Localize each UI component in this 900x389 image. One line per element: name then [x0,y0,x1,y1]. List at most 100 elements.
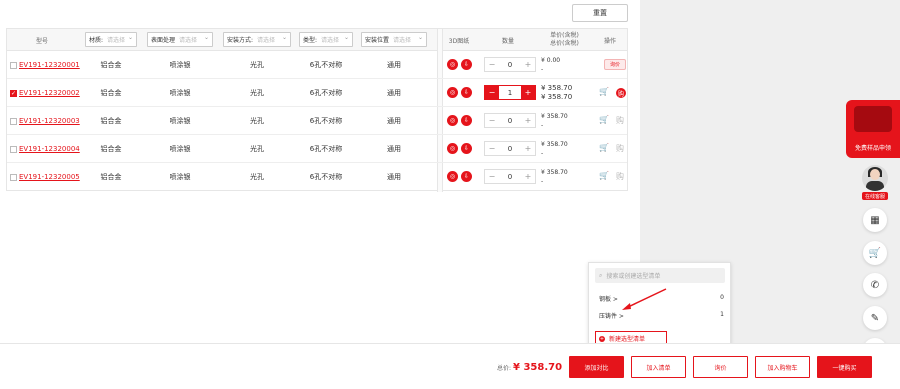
inquiry-button[interactable]: 询价 [693,356,748,378]
3d-download-icon[interactable]: ⇩ [461,115,472,126]
3d-view-icon[interactable]: ◎ [447,115,458,126]
quantity-value[interactable]: 0 [499,114,521,127]
minus-button[interactable]: − [485,58,499,71]
buy-now-icon[interactable]: 购 [616,115,624,126]
3d-view-icon[interactable]: ◎ [447,87,458,98]
list-search-input[interactable]: ⌕ 搜索或创建选型清单 [595,268,725,283]
3d-download-icon[interactable]: ⇩ [461,87,472,98]
3d-view-icon[interactable]: ◎ [447,59,458,70]
table-row: EV191-12320003 铝合金 喷涂银 光孔 6孔不对称 通用 ◎ ⇩ −… [7,107,627,135]
row-checkbox[interactable]: ✓ [10,89,17,97]
quantity-value[interactable]: 0 [499,142,521,155]
customer-service-avatar[interactable] [862,165,888,191]
material-cell: 铝合金 [100,145,122,153]
bottom-action-bar: 总价: ¥ 358.70 添加対比 加入清单 询价 加入购物车 一键购买 [0,343,900,389]
plus-button[interactable]: + [521,58,535,71]
install-cell: 光孔 [250,61,264,69]
model-link[interactable]: EV191-12320002 [19,89,80,97]
table-row: EV191-12320005 铝合金 喷涂银 光孔 6孔不对称 通用 ◎ ⇩ −… [7,163,627,191]
list-item[interactable]: 钢板 > [599,294,618,303]
table-row: EV191-12320004 铝合金 喷涂银 光孔 6孔不对称 通用 ◎ ⇩ −… [7,135,627,163]
row-checkbox[interactable] [10,117,17,125]
phone-icon[interactable]: ✆ [863,273,887,297]
model-link[interactable]: EV191-12320003 [19,117,80,125]
chevron-down-icon: ⌄ [127,34,133,41]
promo-image [854,106,892,132]
minus-button[interactable]: − [485,114,499,127]
material-cell: 铝合金 [100,89,122,97]
price-cell: ¥ 358.70- [541,113,568,129]
add-to-list-button[interactable]: 加入清单 [631,356,686,378]
type-cell: 6孔不对称 [309,89,343,97]
chevron-down-icon: ⌄ [203,34,209,41]
chevron-down-icon: ⌄ [417,34,423,41]
table-header: 型号 材质: 请选择 ⌄ 表面处理 请选择 ⌄ 安装方式: 请选择 ⌄ 类型: 请选择 ⌄ 安装… [7,29,627,51]
minus-button[interactable]: − [485,86,499,99]
quantity-value[interactable]: 0 [499,58,521,71]
3d-view-icon[interactable]: ◎ [447,143,458,154]
3d-download-icon[interactable]: ⇩ [461,59,472,70]
list-item[interactable]: 压铸件 > [599,311,624,320]
qr-code-icon[interactable]: ▦ [863,208,887,232]
annotation-arrow [622,288,667,310]
material-cell: 铝合金 [100,117,122,125]
compare-button[interactable]: 添加対比 [569,356,624,378]
filter-install-position[interactable]: 安装位置 请选择 ⌄ [361,32,427,47]
position-cell: 通用 [387,61,401,69]
add-to-cart-button[interactable]: 加入购物车 [755,356,810,378]
plus-button[interactable]: + [521,142,535,155]
buy-now-icon[interactable]: 购 [616,143,624,154]
quantity-stepper[interactable]: −0 + [484,169,536,184]
header-3d-drawing: 3D图纸 [448,37,470,45]
model-cell: EV191-12320003 [10,107,85,135]
quantity-stepper[interactable]: −0 + [484,57,536,72]
reset-button[interactable]: 重置 [572,4,628,22]
quantity-stepper[interactable]: −0 + [484,141,536,156]
inquiry-button[interactable]: 询价 [604,59,626,70]
plus-button[interactable]: + [521,114,535,127]
cart-icon[interactable]: 🛒 [599,115,609,124]
cart-icon[interactable]: 🛒 [599,171,609,180]
filter-install-method[interactable]: 安装方式: 请选择 ⌄ [223,32,291,47]
search-icon: ⌕ [599,271,603,279]
3d-download-icon[interactable]: ⇩ [461,171,472,182]
header-model: 型号 [35,37,48,45]
install-cell: 光孔 [250,89,264,97]
model-cell: EV191-12320005 [10,163,85,191]
edit-icon[interactable]: ✎ [863,306,887,330]
model-link[interactable]: EV191-12320005 [19,173,80,181]
quantity-value[interactable]: 1 [499,86,521,99]
filter-surface[interactable]: 表面处理 请选择 ⌄ [147,32,213,47]
list-count: 1 [720,311,724,318]
surface-cell: 喷涂银 [169,173,191,181]
minus-button[interactable]: − [485,142,499,155]
filter-type[interactable]: 类型: 请选择 ⌄ [299,32,353,47]
3d-download-icon[interactable]: ⇩ [461,143,472,154]
plus-button[interactable]: + [521,86,535,99]
quantity-stepper[interactable]: −0 + [484,113,536,128]
buy-now-button[interactable]: 一键购买 [817,356,872,378]
cart-icon[interactable]: 🛒 [599,143,609,152]
row-checkbox[interactable] [10,145,17,153]
filter-material[interactable]: 材质: 请选择 ⌄ [85,32,137,47]
buy-now-icon[interactable]: 购 [616,171,624,182]
customer-service-label[interactable]: 在线客服 [862,192,888,200]
plus-button[interactable]: + [521,170,535,183]
quantity-stepper[interactable]: −1 + [484,85,536,100]
buy-now-icon[interactable]: 购 [616,88,626,98]
material-cell: 铝合金 [100,61,122,69]
price-cell: ¥ 0.00- [541,57,561,73]
3d-view-icon[interactable]: ◎ [447,171,458,182]
model-link[interactable]: EV191-12320004 [19,145,80,153]
position-cell: 通用 [387,89,401,97]
cart-icon[interactable]: 🛒 [863,241,887,265]
row-checkbox[interactable] [10,61,17,69]
row-checkbox[interactable] [10,173,17,181]
minus-button[interactable]: − [485,170,499,183]
table-row: ✓ EV191-12320002 铝合金 喷涂银 光孔 6孔不对称 通用 ◎ ⇩ … [7,79,627,107]
model-link[interactable]: EV191-12320001 [19,61,80,69]
model-cell: ✓ EV191-12320002 [10,79,85,107]
cart-icon[interactable]: 🛒 [599,87,609,96]
model-cell: EV191-12320001 [10,51,85,79]
quantity-value[interactable]: 0 [499,170,521,183]
